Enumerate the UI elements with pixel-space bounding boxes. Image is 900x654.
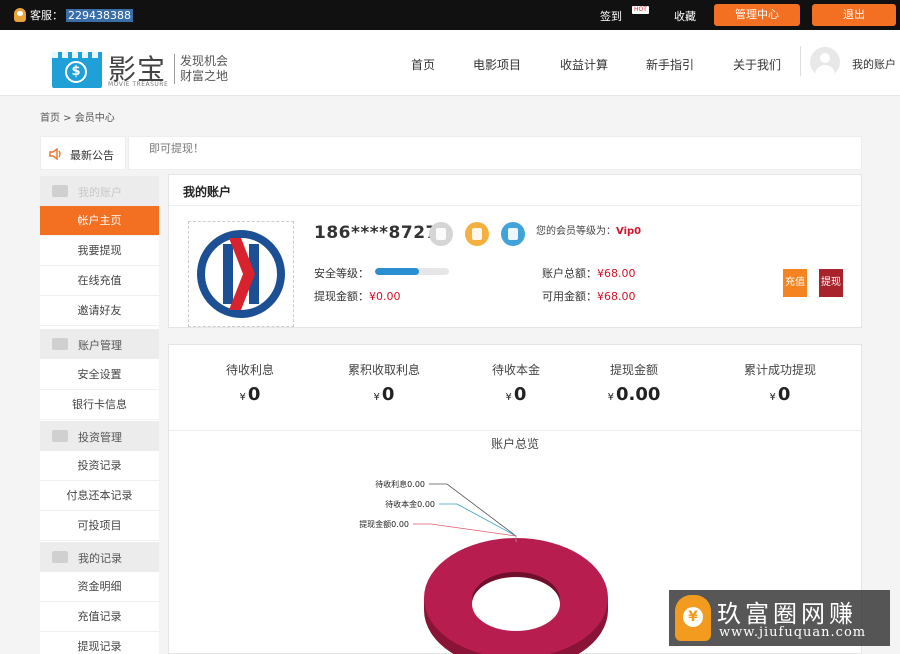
slogan-line2: 财富之地	[180, 69, 229, 83]
document-icon	[52, 551, 68, 563]
account-total: 账户总额：¥68.00	[542, 267, 636, 280]
wallet-icon	[52, 185, 68, 197]
sidebar-item-fund-details[interactable]: 资金明细	[40, 572, 159, 602]
notice-ticker: 即可提现！	[128, 136, 862, 170]
sidebar-item-recharge[interactable]: 在线充值	[40, 266, 159, 296]
leader-line	[429, 483, 517, 537]
recharge-button[interactable]: 充值	[783, 269, 807, 297]
sidebar-section-my-account: 我的账户	[40, 176, 159, 206]
slogan: 发现机会 财富之地	[174, 54, 228, 84]
user-logo	[188, 221, 294, 327]
nav-income-calc[interactable]: 收益计算	[560, 56, 608, 73]
qq-icon	[14, 8, 26, 22]
logo-icon[interactable]: $	[52, 52, 102, 88]
sidebar-section-account-management: 账户管理	[40, 329, 159, 359]
speaker-icon	[49, 148, 61, 160]
site-header: $ 影宝 MOVIE TREASURE 发现机会 财富之地 首页 电影项目 收益…	[0, 30, 900, 96]
sidebar-section-investment: 投资管理	[40, 421, 159, 451]
favorite-link[interactable]: 收藏	[674, 8, 696, 24]
account-card: 我的账户 186****8727 您的会员等级为：Vip0 安全等级： 提现金额…	[168, 174, 862, 328]
breadcrumb[interactable]: 首页 > 会员中心	[40, 109, 115, 124]
sidebar-section-my-records: 我的记录	[40, 542, 159, 572]
nav-about-us[interactable]: 关于我们	[733, 56, 781, 73]
available-balance: 可用金额：¥68.00	[542, 290, 636, 303]
customer-service: 客服： 229438388	[14, 7, 133, 23]
nav-beginner-guide[interactable]: 新手指引	[646, 56, 694, 73]
nav-home[interactable]: 首页	[411, 56, 435, 73]
notice-text[interactable]: 即可提现！	[149, 140, 204, 156]
service-number[interactable]: 229438388	[66, 8, 133, 22]
chart-label: 待收利息0.00	[375, 479, 425, 489]
slogan-line1: 发现机会	[180, 54, 229, 68]
sidebar-item-invite[interactable]: 邀请好友	[40, 296, 159, 326]
sidebar-item-repayment-records[interactable]: 付息还本记录	[40, 481, 159, 511]
chart-icon	[52, 430, 68, 442]
money-bag-icon: ¥	[675, 595, 711, 641]
user-phone: 186****8727	[314, 223, 438, 243]
top-bar: 客服： 229438388 签到 HOT 收藏 管理中心 退出	[0, 0, 900, 30]
stat-accumulated-interest: 累积收取利息 ¥0	[347, 363, 420, 405]
account-title: 我的账户	[183, 185, 232, 199]
notice-label: 最新公告	[70, 149, 114, 162]
stat-total-withdrawn: 累计成功提现 ¥0	[743, 363, 816, 405]
logout-button[interactable]: 退出	[812, 4, 896, 26]
manage-center-button[interactable]: 管理中心	[714, 4, 800, 26]
stat-withdraw-amount: 提现金额 ¥0.00	[607, 363, 661, 405]
nav-divider	[800, 46, 801, 76]
sidebar: 我的账户 帐户主页 我要提现 在线充值 邀请好友 账户管理 安全设置 银行卡信息…	[40, 176, 159, 654]
sidebar-item-bank-card[interactable]: 银行卡信息	[40, 390, 159, 420]
security-level-bar	[375, 268, 449, 275]
brand-english: MOVIE TREASURE	[108, 81, 169, 88]
identity-verify-icon[interactable]	[429, 222, 453, 246]
stat-pending-principal: 待收本金 ¥0	[491, 363, 540, 405]
sidebar-item-recharge-records[interactable]: 充值记录	[40, 602, 159, 632]
bank-card-verify-icon[interactable]	[501, 222, 525, 246]
watermark-url: www.jiufuquan.com	[719, 625, 867, 640]
watermark-text: 玖富圈网赚	[717, 600, 857, 628]
watermark: ¥ 玖富圈网赚 www.jiufuquan.com	[669, 590, 890, 646]
sidebar-item-withdraw[interactable]: 我要提现	[40, 236, 159, 266]
chart-label: 提现金额0.00	[359, 519, 409, 529]
sidebar-item-account-home[interactable]: 帐户主页	[40, 206, 159, 236]
leader-line	[413, 523, 517, 537]
sidebar-item-withdraw-records[interactable]: 提现记录	[40, 632, 159, 654]
checkin-link[interactable]: 签到	[600, 8, 622, 24]
leader-line	[439, 503, 517, 537]
notice-label-box: 最新公告	[40, 136, 126, 170]
company-logo-icon	[197, 230, 285, 318]
sidebar-item-invest-records[interactable]: 投资记录	[40, 451, 159, 481]
avatar[interactable]	[810, 47, 840, 77]
phone-verify-icon[interactable]	[465, 222, 489, 246]
chart-label: 待收本金0.00	[385, 499, 435, 509]
vip-level: 您的会员等级为：Vip0	[536, 226, 642, 237]
sidebar-item-security[interactable]: 安全设置	[40, 360, 159, 390]
withdraw-amount: 提现金额：¥0.00	[314, 290, 401, 303]
nav-movie-projects[interactable]: 电影项目	[473, 56, 521, 73]
card-icon	[52, 338, 68, 350]
withdraw-button[interactable]: 提现	[819, 269, 843, 297]
my-account-link[interactable]: 我的账户	[852, 56, 896, 72]
security-label: 安全等级：	[314, 267, 369, 280]
stat-pending-interest: 待收利息 ¥0	[225, 363, 274, 405]
donut-chart	[424, 538, 608, 654]
hot-badge: HOT	[632, 6, 649, 14]
sidebar-item-available-projects[interactable]: 可投项目	[40, 511, 159, 541]
service-label: 客服：	[30, 9, 63, 22]
